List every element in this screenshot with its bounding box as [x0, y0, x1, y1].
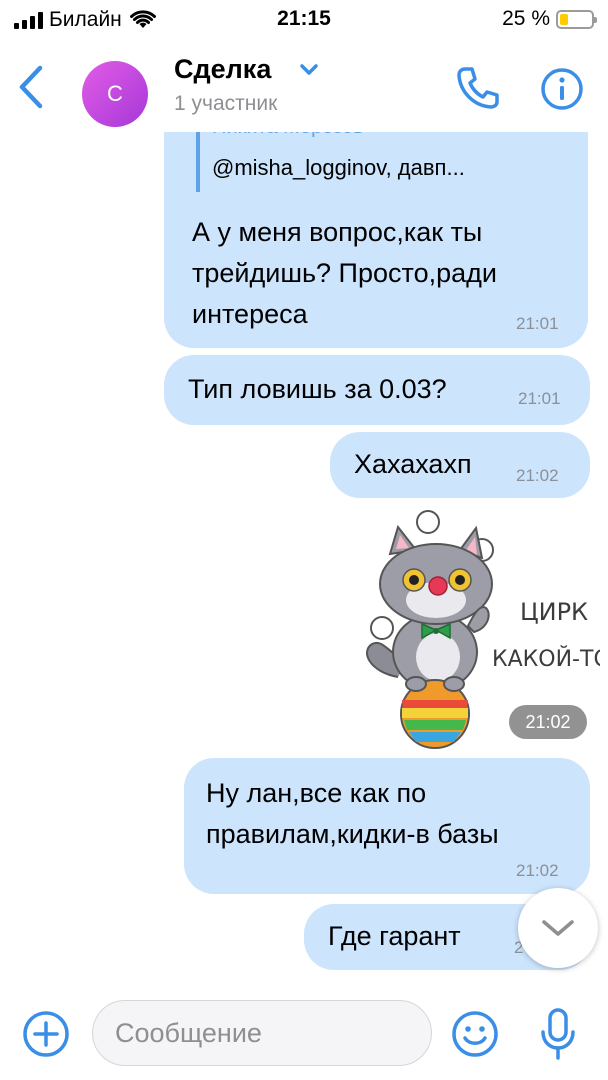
message-bubble[interactable]: Хахахахп 21:02	[330, 432, 590, 498]
info-icon[interactable]	[540, 67, 584, 111]
chevron-down-icon[interactable]	[298, 62, 320, 78]
message-composer	[0, 982, 608, 1080]
scroll-to-bottom-button[interactable]	[518, 888, 598, 968]
message-line: интереса	[192, 299, 308, 329]
sticker-time: 21:02	[509, 705, 587, 739]
add-icon[interactable]	[22, 1010, 70, 1058]
message-line: Тип ловишь за 0.03?	[188, 374, 447, 404]
scroll-down-icon	[542, 920, 574, 936]
message-line: трейдишь? Просто,ради	[192, 258, 497, 288]
phone-icon[interactable]	[455, 65, 501, 111]
microphone-icon[interactable]	[538, 1006, 578, 1062]
message-line: правилам,кидки-в базы	[206, 819, 499, 849]
message-line: Хахахахп	[354, 449, 472, 479]
emoji-icon[interactable]	[450, 1009, 500, 1059]
sticker-caption-line1: ЦИРК	[520, 598, 588, 626]
chat-avatar[interactable]: С	[82, 61, 148, 127]
message-bubble[interactable]: Ну лан,все как по правилам,кидки-в базы …	[184, 758, 590, 894]
battery-percent: 25 %	[502, 7, 550, 30]
status-bar: Билайн 21:15 25 %	[0, 0, 608, 40]
chat-title[interactable]: Сделка	[174, 54, 271, 85]
status-right: 25 %	[502, 7, 597, 31]
message-time: 21:02	[516, 466, 559, 485]
message-time: 21:01	[516, 314, 559, 333]
message-time: 21:02	[516, 861, 559, 880]
message-input[interactable]	[92, 1000, 432, 1066]
battery-level	[560, 13, 568, 25]
message-line: Где гарант	[328, 921, 461, 951]
message-line: Ну лан,все как по	[206, 778, 427, 808]
sticker-caption-line2: КАКОЙ-ТО	[492, 646, 600, 672]
chat-header: С Сделка 1 участник	[0, 40, 608, 132]
battery-icon	[556, 9, 597, 29]
message-line: А у меня вопрос,как ты	[192, 217, 483, 247]
reply-preview[interactable]: @misha_logginov, давп...	[212, 155, 465, 181]
message-bubble[interactable]: Тип ловишь за 0.03? 21:01	[164, 355, 590, 425]
participant-count: 1 участник	[174, 92, 278, 115]
message-time: 21:01	[518, 389, 561, 408]
back-chevron-icon[interactable]	[14, 62, 48, 112]
